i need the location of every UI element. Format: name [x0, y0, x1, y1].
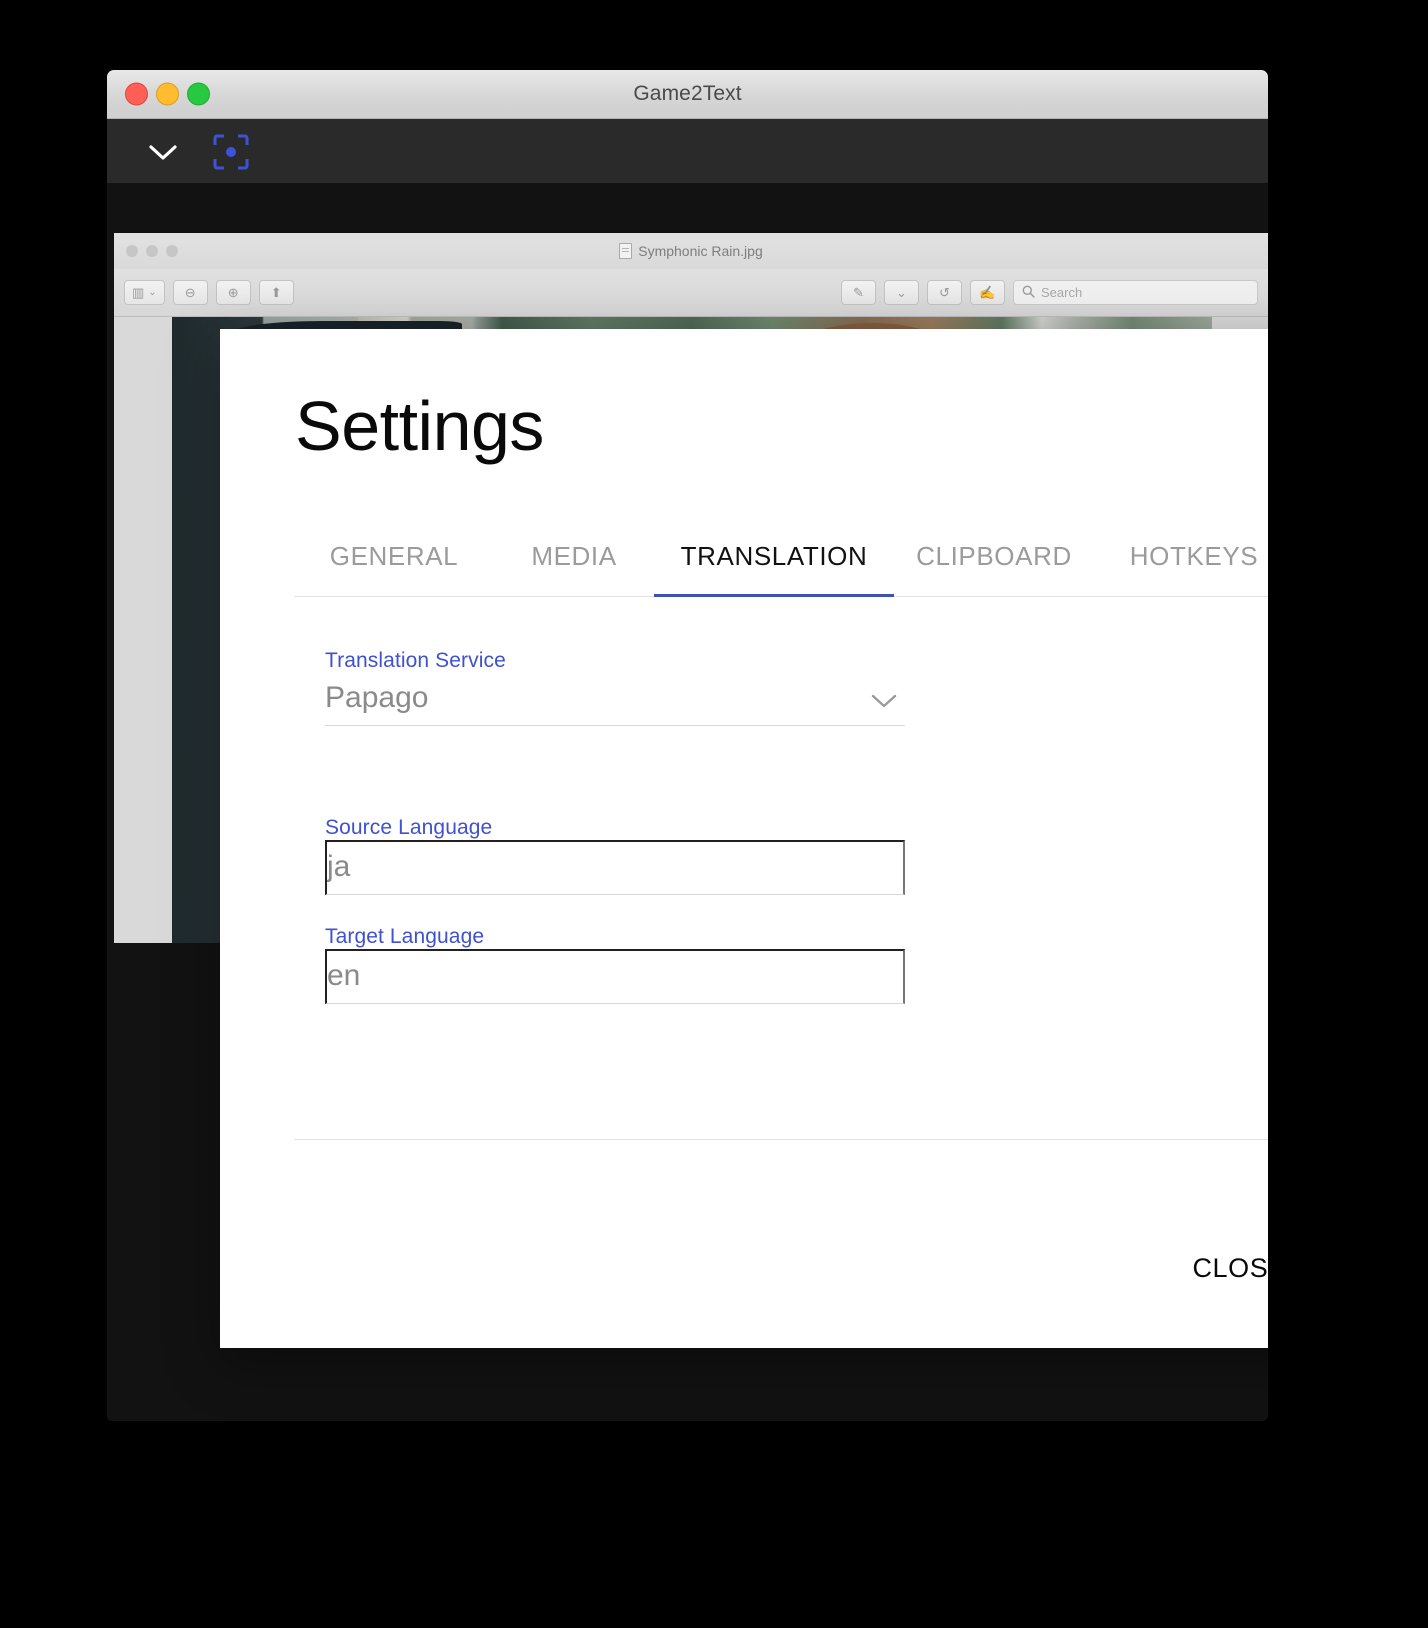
form-spacer-1 [325, 726, 905, 816]
target-language-field: Target Language [325, 925, 905, 1004]
share-button[interactable]: ⬆ [258, 280, 294, 305]
preview-titlebar: Symphonic Rain.jpg [114, 233, 1268, 269]
preview-title: Symphonic Rain.jpg [619, 243, 763, 259]
translation-service-select[interactable]: Papago [325, 673, 905, 726]
sidebar-toggle-button[interactable]: ▥ ⌄ [124, 280, 165, 305]
preview-toolbar: ▥ ⌄ ⊖ ⊕ ⬆ ✎ ⌄ ↺ ✍ Search [114, 269, 1268, 317]
tab-clipboard[interactable]: CLIPBOARD [894, 541, 1094, 596]
markup-button[interactable]: ✎ [841, 280, 876, 305]
tab-hotkeys[interactable]: HOTKEYS [1094, 541, 1268, 596]
chevron-down-icon[interactable] [871, 694, 897, 708]
zoom-window-button[interactable] [187, 82, 210, 106]
form-spacer-2 [325, 895, 905, 925]
capture-target-icon[interactable] [211, 132, 251, 172]
preview-close-button[interactable] [126, 245, 138, 257]
search-field[interactable]: Search [1013, 280, 1258, 305]
minimize-window-button[interactable] [156, 82, 179, 106]
source-language-input[interactable] [325, 840, 905, 895]
close-window-button[interactable] [125, 82, 148, 106]
app-window: Game2Text Symphonic Rain.jpg ▥ ⌄ ⊖ ⊕ ⬆ ✎… [107, 70, 1268, 1421]
rotate-button[interactable]: ↺ [927, 280, 962, 305]
chevron-down-icon[interactable] [143, 132, 183, 172]
close-button[interactable]: CLOSE [1184, 1247, 1268, 1290]
app-toolbar [107, 119, 1268, 184]
zoom-out-button[interactable]: ⊖ [172, 280, 208, 305]
tab-media[interactable]: MEDIA [494, 541, 654, 596]
source-language-label: Source Language [325, 816, 493, 839]
preview-filename: Symphonic Rain.jpg [638, 243, 763, 259]
preview-minimize-button[interactable] [146, 245, 158, 257]
settings-dialog: Settings GENERAL MEDIA TRANSLATION CLIPB… [220, 329, 1268, 1348]
translation-service-field: Translation Service Papago [325, 649, 905, 726]
chevron-down-icon: ⌄ [148, 287, 157, 298]
target-language-input[interactable] [325, 949, 905, 1004]
settings-tabs: GENERAL MEDIA TRANSLATION CLIPBOARD HOTK… [294, 524, 1268, 597]
traffic-lights [125, 82, 210, 106]
document-icon [619, 243, 633, 259]
window-titlebar: Game2Text [107, 70, 1268, 119]
preview-zoom-button[interactable] [166, 245, 178, 257]
window-title: Game2Text [633, 82, 742, 105]
tab-translation[interactable]: TRANSLATION [654, 541, 894, 597]
translation-settings-form: Translation Service Papago Source Langua… [325, 649, 905, 1004]
tab-general[interactable]: GENERAL [294, 541, 494, 596]
search-icon [1022, 285, 1035, 301]
annotate-button[interactable]: ✍ [970, 280, 1005, 305]
page-title: Settings [295, 387, 544, 465]
preview-traffic-lights [126, 245, 178, 257]
target-language-label: Target Language [325, 925, 485, 948]
sidebar-icon: ▥ [132, 284, 145, 300]
translation-service-label: Translation Service [325, 649, 506, 672]
dialog-divider [294, 1139, 1268, 1140]
source-language-field: Source Language [325, 816, 905, 895]
zoom-in-button[interactable]: ⊕ [215, 280, 251, 305]
markup-options-button[interactable]: ⌄ [884, 280, 919, 305]
search-placeholder: Search [1041, 285, 1083, 300]
